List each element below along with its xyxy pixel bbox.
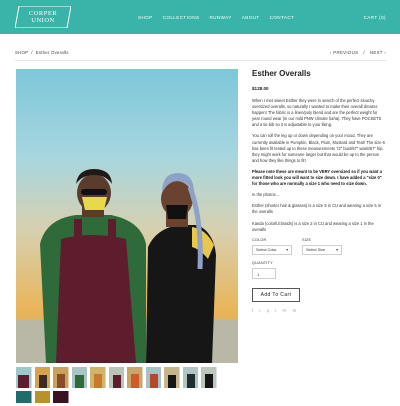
nav-shop[interactable]: SHOP [138, 15, 153, 20]
chevron-down-icon: ▾ [286, 248, 288, 253]
pinterest-icon[interactable]: p [267, 308, 270, 314]
divider [15, 60, 386, 61]
size-select-value: Select Size [306, 247, 325, 252]
thumbnail-8[interactable] [145, 367, 162, 388]
product-pager: ‹ PREVIOUS / NEXT › [330, 50, 386, 55]
twitter-icon[interactable]: t [259, 308, 260, 314]
breadcrumb-shop[interactable]: SHOP [15, 50, 28, 55]
thumbnail-11[interactable] [201, 367, 217, 388]
quantity-label: QUANTITY [252, 260, 273, 265]
swatch-teal[interactable] [16, 391, 32, 403]
thumbnail-gallery [16, 367, 238, 406]
color-select[interactable]: Select Color ▾ [252, 244, 292, 255]
brand-line-2: UNION [31, 17, 55, 24]
thumbnail-9[interactable] [164, 367, 180, 388]
product-title: Esther Overalls [252, 69, 311, 78]
sizing-note: Please note these are meant to be VERY o… [252, 168, 382, 187]
brand-logo[interactable]: CORPER UNION [15, 6, 71, 28]
nav-runway[interactable]: RUNWAY [209, 15, 231, 20]
breadcrumb: SHOP / Esther Overalls [15, 50, 69, 55]
product-main-image[interactable] [16, 69, 238, 363]
color-select-value: Select Color [256, 247, 277, 252]
share-icons: f t p t ✉ ⊕ [252, 308, 386, 314]
previous-link[interactable]: ‹ PREVIOUS [330, 50, 358, 55]
description-paragraph-2: You can roll the leg up or down dependin… [252, 133, 385, 163]
thumbnail-5[interactable] [90, 367, 106, 388]
description-paragraph-3: In the photos... [252, 192, 280, 198]
breadcrumb-current: Esther Overalls [35, 50, 69, 55]
breadcrumb-separator: / [31, 50, 33, 55]
thumbnail-6[interactable] [108, 367, 125, 388]
thumbnail-7[interactable] [127, 367, 143, 388]
main-nav: SHOP COLLECTIONS RUNWAY ABOUT CONTACT [138, 15, 294, 20]
cart-link[interactable]: CART (0) [364, 15, 386, 20]
email-icon[interactable]: ✉ [282, 308, 286, 314]
brand-line-1: CORPER [28, 10, 58, 17]
thumbnail-1[interactable] [16, 367, 32, 388]
facebook-icon[interactable]: f [252, 308, 253, 314]
chevron-down-icon: ▾ [336, 248, 338, 253]
thumbnail-10[interactable] [182, 367, 199, 388]
size-select[interactable]: Select Size ▾ [302, 244, 342, 255]
pager-separator: / [363, 50, 365, 55]
quantity-input[interactable]: 1 [252, 267, 276, 279]
add-to-cart-button[interactable]: Add To Cart [252, 287, 300, 302]
nav-collections[interactable]: COLLECTIONS [163, 15, 200, 20]
swatch-mustard[interactable] [34, 391, 51, 403]
swatch-plum[interactable] [53, 391, 69, 403]
thumbnail-4[interactable] [71, 367, 88, 388]
site-header: CORPER UNION SHOP COLLECTIONS RUNWAY ABO… [0, 0, 400, 34]
description-paragraph-4: Esther (shorter hair & glasses) is a siz… [252, 203, 382, 215]
variant-options: COLOR Select Color ▾ SIZE Select Size ▾ [252, 238, 386, 255]
product-price: $128.00 [252, 86, 269, 91]
size-label: SIZE [302, 237, 312, 242]
share-icon[interactable]: ⊕ [292, 308, 296, 314]
thumbnail-3[interactable] [53, 367, 69, 388]
description-paragraph-1: When I met sweet Esther they were in sea… [252, 98, 382, 128]
next-link[interactable]: NEXT › [370, 50, 386, 55]
product-info: Esther Overalls $128.00 When I met sweet… [252, 69, 386, 314]
nav-contact[interactable]: CONTACT [270, 15, 295, 20]
description-paragraph-5: Kanda (colorful braids) is a size 2 in C… [252, 220, 374, 232]
thumbnail-2[interactable] [34, 367, 51, 388]
nav-about[interactable]: ABOUT [242, 15, 260, 20]
tumblr-icon[interactable]: t [275, 308, 276, 314]
color-label: COLOR [252, 237, 267, 242]
